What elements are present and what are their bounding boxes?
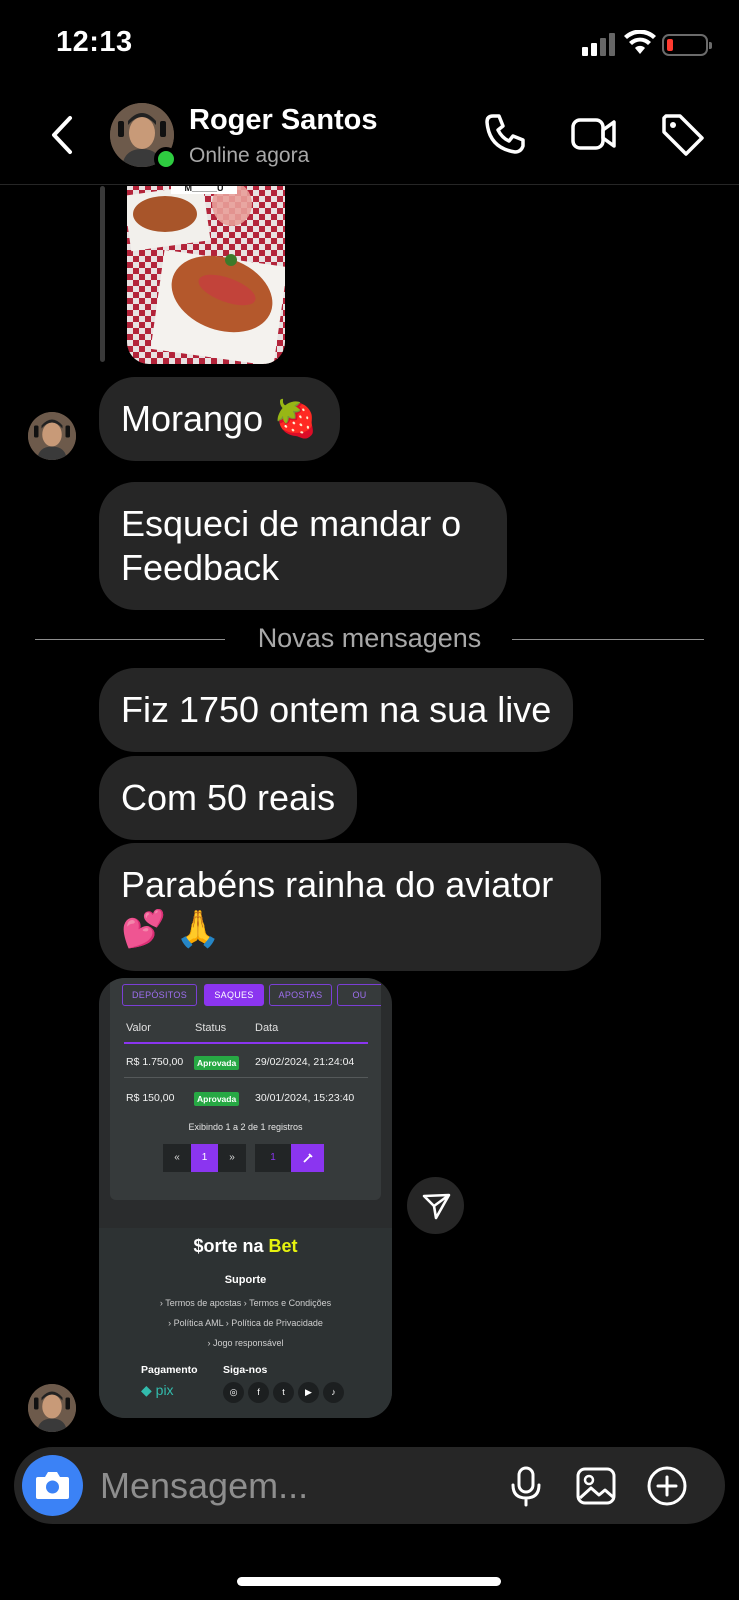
instagram-icon: ◎ <box>223 1382 244 1403</box>
site-footer: $orte na Bet Suporte › Termos de apostas… <box>99 1228 392 1418</box>
back-icon[interactable] <box>44 110 84 160</box>
message-bubble[interactable]: Com 50 reais <box>99 756 358 840</box>
contact-status: Online agora <box>189 144 310 167</box>
follow-label: Siga-nos <box>223 1364 268 1376</box>
signal-icon <box>582 32 616 56</box>
tab-other: OU <box>337 984 381 1006</box>
page-number: 1 <box>191 1144 218 1172</box>
message-input[interactable]: Mensagem... <box>100 1465 308 1507</box>
message-bubble[interactable]: Esqueci de mandar o Feedback <box>99 482 507 610</box>
chat-header: Roger Santos Online agora <box>0 90 739 185</box>
camera-button[interactable] <box>22 1455 83 1516</box>
tab-saques: SAQUES <box>204 984 264 1006</box>
cell-data: 29/02/2024, 21:24:04 <box>255 1056 355 1068</box>
payment-label: Pagamento <box>141 1364 198 1376</box>
page-prev: « <box>163 1144 191 1172</box>
phone-icon[interactable] <box>481 110 529 158</box>
page-input: 1 <box>255 1144 291 1172</box>
footer-links: › Termos de apostas › Termos e Condições <box>159 1298 332 1308</box>
column-header-valor: Valor <box>126 1022 151 1034</box>
message-bubble[interactable]: Fiz 1750 ontem na sua live <box>99 668 574 752</box>
withdrawals-panel: DEPÓSITOS SAQUES APOSTAS OU Valor Status… <box>110 978 381 1200</box>
status-badge: Aprovada <box>194 1056 240 1070</box>
status-bar: 12:13 <box>0 0 739 90</box>
message-list[interactable]: M_____U Morango 🍓 Esqueci de mandar o Fe… <box>0 186 739 1446</box>
message-bubble[interactable]: Parabéns rainha do aviator 💕 🙏 <box>99 843 601 971</box>
cell-data: 30/01/2024, 15:23:40 <box>255 1092 355 1104</box>
story-caption: M_____U <box>171 186 237 194</box>
twitter-icon: t <box>273 1382 294 1403</box>
image-attachment[interactable]: DEPÓSITOS SAQUES APOSTAS OU Valor Status… <box>99 978 392 1418</box>
tag-icon[interactable] <box>658 110 706 158</box>
video-icon[interactable] <box>570 110 618 158</box>
status-time: 12:13 <box>56 26 133 58</box>
facebook-icon: f <box>248 1382 269 1403</box>
status-badge: Aprovada <box>194 1092 240 1106</box>
header-underline <box>124 1042 368 1044</box>
avatar[interactable] <box>28 1384 76 1432</box>
footer-links: › Jogo responsável <box>207 1338 284 1348</box>
avatar[interactable] <box>28 412 76 460</box>
microphone-icon[interactable] <box>505 1465 547 1507</box>
column-header-status: Status <box>195 1022 227 1034</box>
footer-links: › Política AML › Política de Privacidade <box>168 1318 323 1328</box>
youtube-icon: ▶ <box>298 1382 319 1403</box>
support-title: Suporte <box>224 1274 267 1286</box>
message-composer: Mensagem... <box>14 1447 725 1524</box>
camera-icon <box>36 1472 69 1499</box>
story-reply-image[interactable]: M_____U <box>127 186 285 364</box>
tab-depositos: DEPÓSITOS <box>122 984 197 1006</box>
column-header-data: Data <box>255 1022 279 1034</box>
food-photo <box>127 186 285 364</box>
contact-avatar[interactable] <box>110 103 178 171</box>
page-go-icon <box>291 1144 324 1172</box>
gallery-icon[interactable] <box>575 1465 617 1507</box>
message-bubble[interactable]: Morango 🍓 <box>99 377 340 461</box>
send-icon <box>422 1193 451 1220</box>
battery-icon <box>662 34 712 56</box>
cell-valor: R$ 1.750,00 <box>126 1056 184 1068</box>
divider-label: Novas mensagens <box>257 623 482 653</box>
pix-logo: ◆ pix <box>141 1382 174 1398</box>
records-info: Exibindo 1 a 2 de 1 registros <box>188 1122 303 1132</box>
row-divider <box>124 1077 368 1078</box>
page-next: » <box>218 1144 246 1172</box>
brand-logo: $orte na Bet <box>193 1236 298 1256</box>
contact-name[interactable]: Roger Santos <box>189 104 378 137</box>
share-button[interactable] <box>407 1177 464 1234</box>
tab-apostas: APOSTAS <box>269 984 332 1006</box>
story-reply-bar <box>100 186 105 362</box>
online-indicator <box>154 147 178 171</box>
home-indicator[interactable] <box>237 1577 501 1586</box>
new-messages-divider: Novas mensagens <box>35 623 704 653</box>
add-icon[interactable] <box>646 1465 688 1507</box>
tiktok-icon: ♪ <box>323 1382 344 1403</box>
wifi-icon <box>624 30 656 54</box>
cell-valor: R$ 150,00 <box>126 1092 175 1104</box>
